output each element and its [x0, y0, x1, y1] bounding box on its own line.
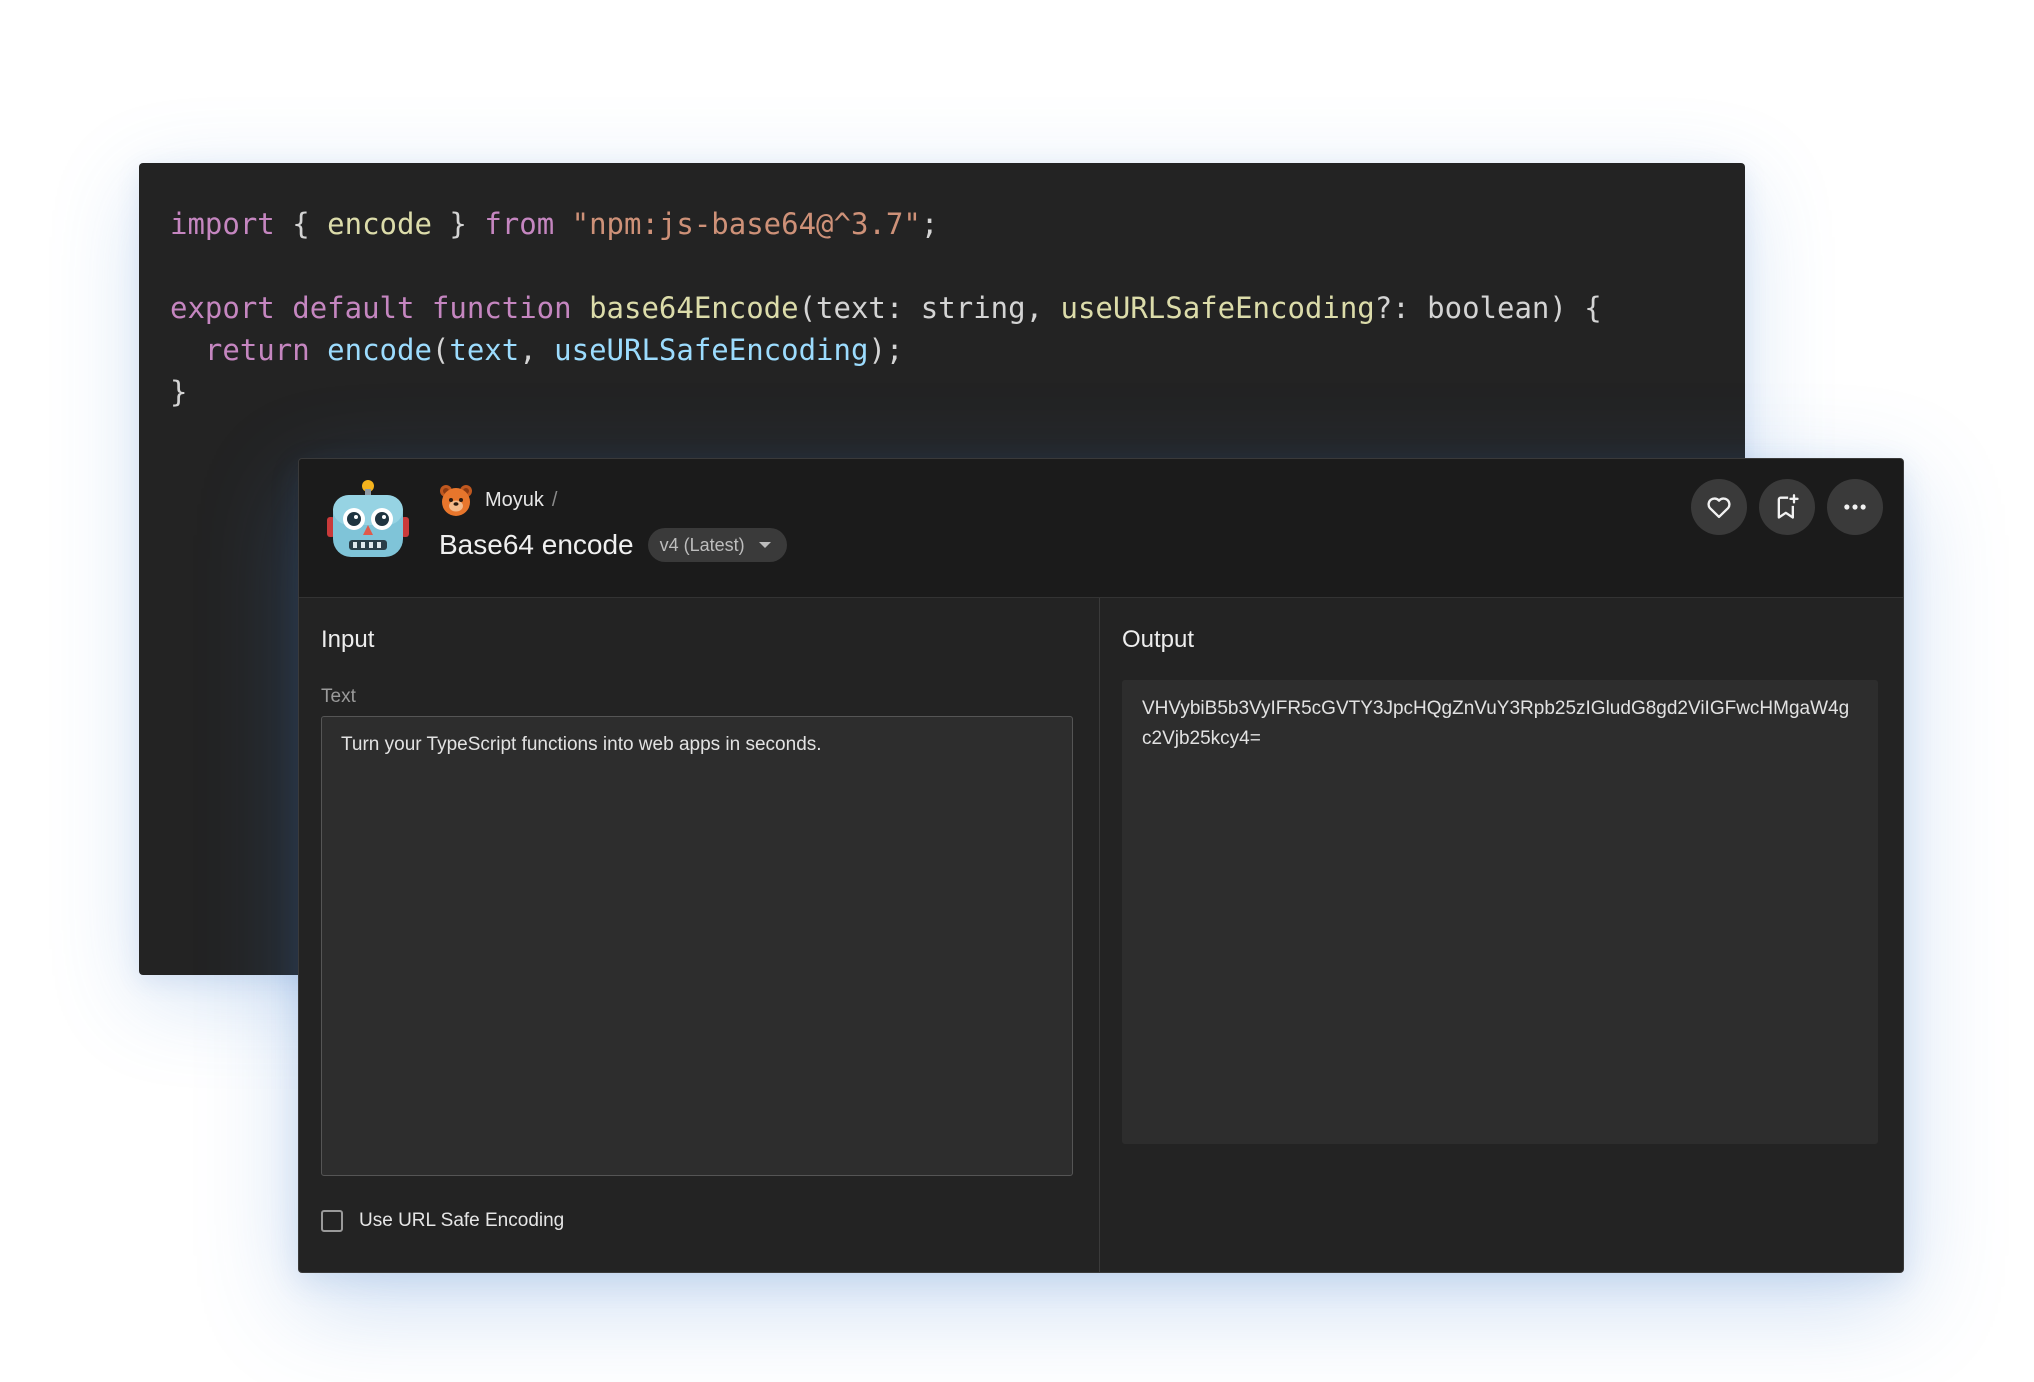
url-safe-option[interactable]: Use URL Safe Encoding — [321, 1210, 564, 1232]
bookmark-add-icon — [1777, 494, 1799, 519]
code-token: (text: string, — [798, 291, 1061, 325]
code-token: default — [292, 291, 415, 325]
stage: import { encode } from "npm:js-base64@^3… — [0, 0, 2034, 1382]
app-title: Base64 encode — [439, 529, 634, 560]
title-row: Base64 encode v4 (Latest) — [439, 525, 787, 565]
owner-breadcrumb: Moyuk / — [439, 481, 557, 519]
version-label: v4 (Latest) — [659, 534, 745, 555]
code-token: } — [170, 375, 188, 409]
code-block: import { encode } from "npm:js-base64@^3… — [170, 203, 1602, 413]
code-token: , — [519, 333, 555, 367]
code-token: "npm:js-base64@^3.7" — [571, 207, 921, 241]
code-token: return — [204, 333, 310, 367]
code-line: } — [170, 371, 1602, 413]
more-options-button[interactable] — [1827, 479, 1883, 535]
output-value: VHVybiB5b3VyIFR5cGVTY3JpcHQgZnVuY3Rpb25z… — [1122, 680, 1878, 1144]
output-title: Output — [1122, 626, 1195, 653]
code-token: } — [431, 207, 485, 241]
input-title: Input — [321, 626, 375, 653]
code-token: encode — [327, 207, 432, 241]
robot-avatar-icon — [327, 480, 409, 557]
code-token: from — [484, 207, 555, 241]
code-token: ?: boolean) { — [1374, 291, 1602, 325]
caret-down-icon — [758, 542, 771, 548]
breadcrumb-separator: / — [551, 488, 558, 511]
bear-avatar-icon[interactable] — [439, 483, 473, 517]
bookmark-button[interactable] — [1759, 479, 1815, 535]
text-input[interactable] — [321, 716, 1073, 1176]
url-safe-checkbox[interactable] — [321, 1210, 343, 1232]
like-button[interactable] — [1691, 479, 1747, 535]
owner-name-link[interactable]: Moyuk — [485, 489, 544, 512]
heart-icon — [1707, 497, 1731, 519]
code-token: encode — [327, 333, 432, 367]
code-line: return encode(text, useURLSafeEncoding); — [170, 329, 1602, 371]
code-token: ); — [868, 333, 904, 367]
input-section: Input Text Use URL Safe Encoding — [299, 598, 1100, 1272]
code-token: text — [449, 333, 520, 367]
text-field-label: Text — [321, 686, 356, 707]
code-token: useURLSafeEncoding — [1060, 291, 1375, 325]
code-token: useURLSafeEncoding — [554, 333, 869, 367]
code-token: export — [170, 291, 275, 325]
code-token: ( — [431, 333, 450, 367]
app-window: Moyuk / Base64 encode v4 (Latest) Input … — [298, 458, 1904, 1273]
code-token: ; — [920, 207, 939, 241]
more-horizontal-icon — [1844, 504, 1866, 510]
version-dropdown[interactable]: v4 (Latest) — [647, 528, 787, 562]
code-token: import — [170, 207, 275, 241]
header-actions — [1691, 479, 1883, 535]
output-section: Output VHVybiB5b3VyIFR5cGVTY3JpcHQgZnVuY… — [1100, 598, 1903, 1272]
code-line: export default function base64Encode(tex… — [170, 287, 1602, 329]
url-safe-label[interactable]: Use URL Safe Encoding — [359, 1210, 564, 1232]
app-header: Moyuk / Base64 encode v4 (Latest) — [299, 459, 1903, 598]
code-token: base64Encode — [589, 291, 799, 325]
code-token: function — [431, 291, 572, 325]
code-line: import { encode } from "npm:js-base64@^3… — [170, 203, 1602, 245]
code-token: { — [274, 207, 328, 241]
